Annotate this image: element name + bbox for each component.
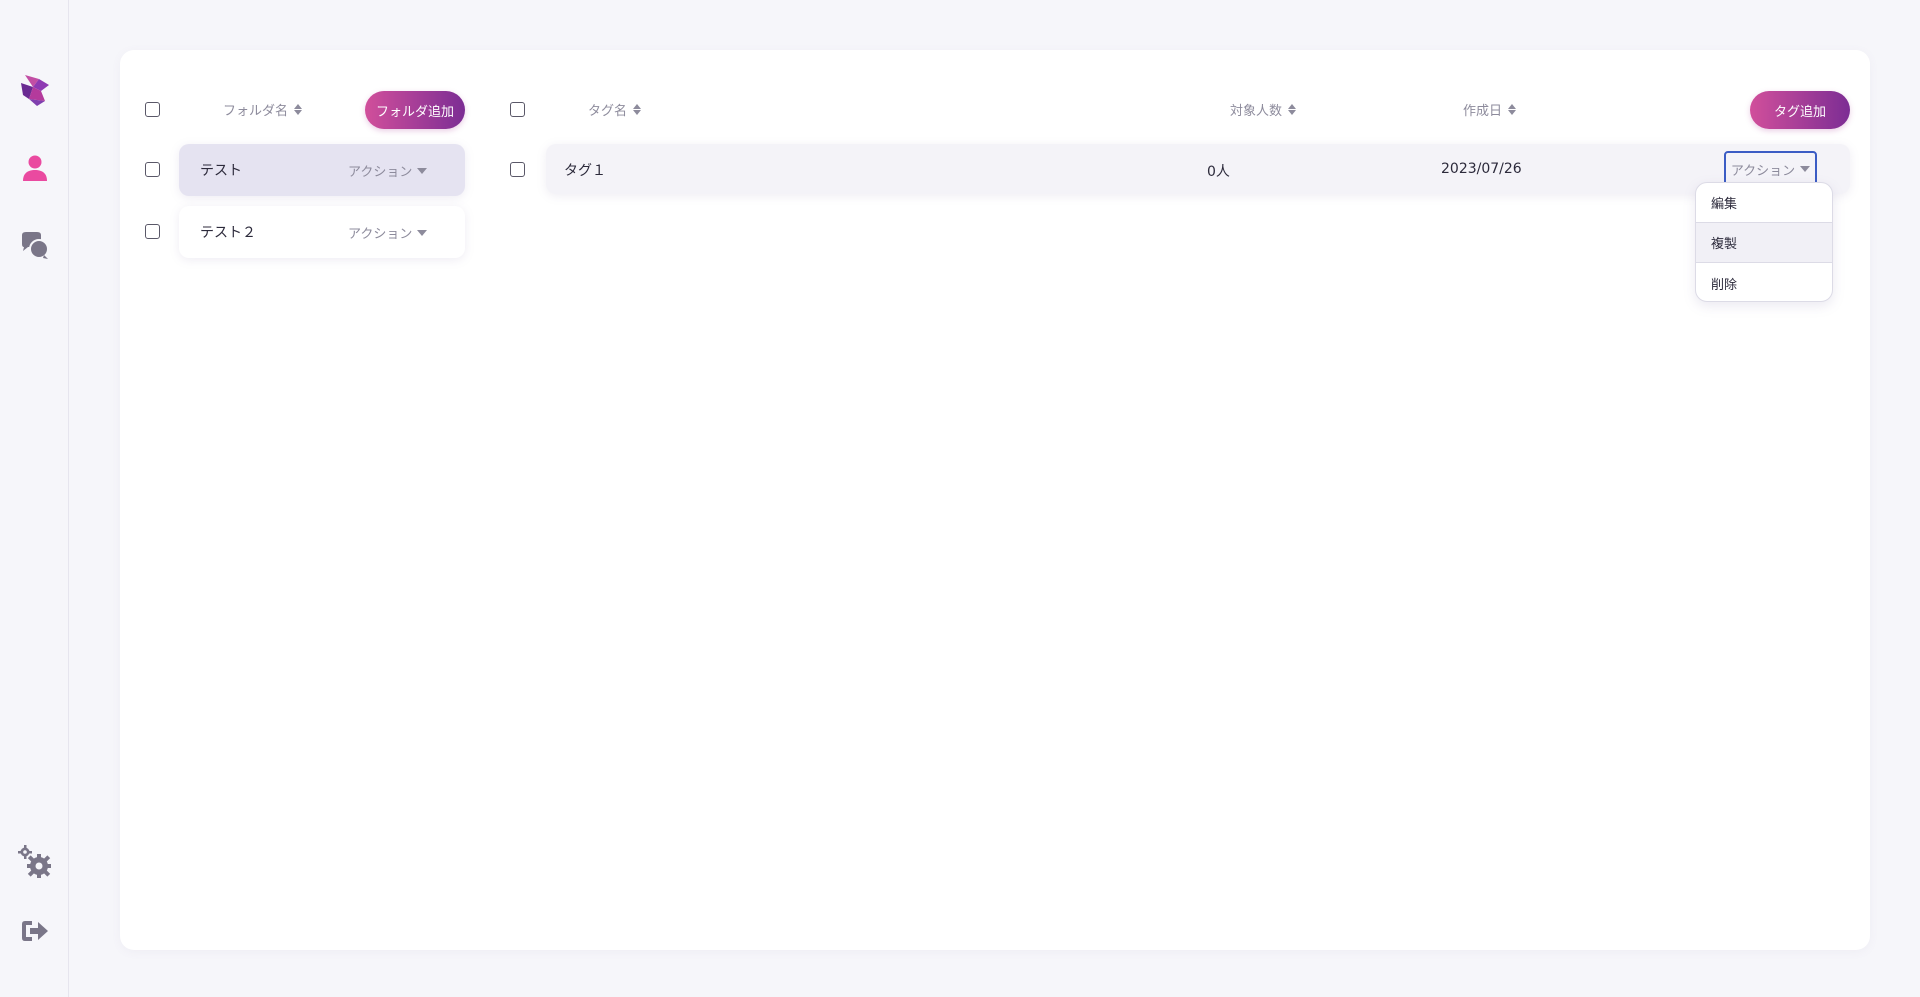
tag-target-count: 0人	[1207, 164, 1230, 180]
folder-row-checkbox[interactable]	[145, 162, 160, 177]
logout-icon[interactable]	[17, 913, 53, 949]
tag-name: タグ１	[564, 163, 606, 179]
folder-name-header-label: フォルダ名	[223, 104, 289, 119]
folder-select-all-checkbox[interactable]	[145, 102, 160, 117]
sort-icon	[1508, 104, 1517, 115]
folder-name: テスト２	[200, 225, 256, 241]
action-menu: 編集 複製 削除	[1695, 182, 1833, 302]
tag-select-all-checkbox[interactable]	[510, 102, 525, 117]
caret-down-icon	[417, 167, 428, 174]
folder-row-checkbox[interactable]	[145, 224, 160, 239]
sort-icon	[633, 104, 642, 115]
settings-icon[interactable]	[17, 844, 53, 880]
caret-down-icon	[1800, 166, 1811, 172]
add-folder-button[interactable]: フォルダ追加	[365, 91, 465, 129]
folder-action-label: アクション	[348, 165, 413, 180]
target-count-header-label: 対象人数	[1230, 104, 1283, 119]
target-count-header[interactable]: 対象人数	[1230, 100, 1297, 119]
tag-action-label: アクション	[1730, 163, 1796, 179]
menu-item-edit[interactable]: 編集	[1696, 183, 1832, 223]
folder-name-header[interactable]: フォルダ名	[223, 100, 303, 119]
tag-name-header[interactable]: タグ名	[588, 100, 642, 119]
tag-row-checkbox[interactable]	[510, 162, 525, 177]
table-row[interactable]	[546, 144, 1850, 194]
tag-created-date: 2023/07/26	[1441, 161, 1522, 177]
tag-name-header-label: タグ名	[588, 104, 628, 119]
add-tag-button[interactable]: タグ追加	[1750, 91, 1850, 129]
caret-down-icon	[417, 229, 428, 236]
folder-action-dropdown[interactable]: アクション	[348, 223, 428, 242]
menu-item-delete[interactable]: 削除	[1696, 263, 1832, 301]
chat-icon[interactable]	[17, 228, 53, 264]
created-date-header-label: 作成日	[1463, 104, 1503, 119]
folder-action-dropdown[interactable]: アクション	[348, 161, 428, 180]
logo-icon[interactable]	[17, 72, 53, 108]
folder-action-label: アクション	[348, 227, 413, 242]
sort-icon	[294, 104, 303, 115]
folder-name: テスト	[200, 163, 242, 179]
sidebar	[0, 0, 69, 997]
menu-item-duplicate[interactable]: 複製	[1696, 223, 1832, 263]
user-icon[interactable]	[17, 150, 53, 186]
sort-icon	[1288, 104, 1297, 115]
created-date-header[interactable]: 作成日	[1463, 100, 1517, 119]
